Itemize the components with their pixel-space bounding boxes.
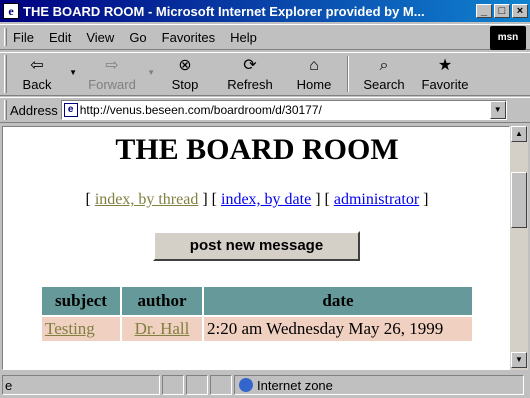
stop-button[interactable]: ⊗ Stop — [163, 53, 207, 95]
close-button[interactable]: × — [512, 4, 528, 18]
msn-logo: msn — [490, 26, 526, 50]
internet-zone-icon — [239, 378, 253, 392]
zone-panel: Internet zone — [234, 375, 524, 395]
author-header: author — [122, 287, 202, 315]
maximize-button[interactable]: □ — [494, 4, 510, 18]
back-button[interactable]: ⇦ Back ▼ — [11, 53, 77, 95]
scroll-down-button[interactable]: ▼ — [511, 352, 527, 368]
home-button[interactable]: ⌂ Home — [291, 53, 337, 95]
address-dropdown-icon[interactable]: ▼ — [489, 101, 506, 119]
page-viewport: THE BOARD ROOM [ index, by thread ] [ in… — [2, 126, 510, 370]
refresh-label: Refresh — [227, 77, 273, 92]
search-icon: ⌕ — [379, 57, 389, 74]
message-table: subject author date Testing Dr. Hall 2:2… — [40, 285, 474, 343]
address-bar: Address e http://venus.beseen.com/boardr… — [0, 97, 530, 123]
stop-icon: ⊗ — [178, 57, 192, 74]
window-title: THE BOARD ROOM - Microsoft Internet Expl… — [23, 3, 425, 19]
window-title-bar: e THE BOARD ROOM - Microsoft Internet Ex… — [0, 0, 530, 22]
author-cell: Dr. Hall — [122, 317, 202, 341]
date-cell: 2:20 am Wednesday May 26, 1999 — [204, 317, 472, 341]
menu-bar-grip[interactable] — [4, 28, 7, 46]
status-bar: e Internet zone — [0, 372, 530, 398]
zone-label: Internet zone — [257, 377, 333, 393]
forward-dropdown-icon[interactable]: ▼ — [147, 68, 155, 77]
post-new-message-button[interactable]: post new message — [153, 231, 360, 261]
menu-file[interactable]: File — [13, 30, 34, 45]
status-panel — [162, 375, 184, 395]
forward-label: Forward — [88, 77, 136, 92]
forward-arrow-icon: ⇨ — [105, 57, 119, 74]
back-dropdown-icon[interactable]: ▼ — [69, 68, 77, 77]
subject-header: subject — [42, 287, 120, 315]
home-label: Home — [296, 77, 332, 92]
status-text-panel: e — [2, 375, 160, 395]
favorites-label: Favorite — [421, 77, 469, 92]
status-panel — [186, 375, 208, 395]
menu-go[interactable]: Go — [129, 30, 146, 45]
board-nav-links: [ index, by thread ] [ index, by date ] … — [85, 191, 429, 208]
index-by-thread-link[interactable]: index, by thread — [95, 191, 199, 208]
forward-button[interactable]: ⇨ Forward ▼ — [83, 53, 155, 95]
address-url[interactable]: http://venus.beseen.com/boardroom/d/3017… — [80, 103, 322, 117]
navigation-toolbar: ⇦ Back ▼ ⇨ Forward ▼ ⊗ Stop ⟳ Refresh ⌂ … — [0, 52, 530, 96]
page-title: THE BOARD ROOM — [115, 133, 399, 166]
scroll-up-button[interactable]: ▲ — [511, 126, 527, 142]
refresh-icon: ⟳ — [243, 57, 257, 74]
menu-bar: File Edit View Go Favorites Help msn — [0, 24, 530, 50]
author-link[interactable]: Dr. Hall — [135, 319, 190, 338]
ie-icon: e — [3, 3, 19, 19]
toolbar-grip[interactable] — [4, 55, 7, 93]
status-panel — [210, 375, 232, 395]
minimize-button[interactable]: _ — [476, 4, 492, 18]
address-label: Address — [10, 102, 58, 118]
favorites-button[interactable]: ★ Favorite — [419, 53, 471, 95]
back-label: Back — [22, 77, 52, 92]
menu-favorites[interactable]: Favorites — [162, 30, 215, 45]
status-page-icon: e — [5, 377, 13, 393]
address-bar-grip[interactable] — [4, 100, 7, 120]
index-by-date-link[interactable]: index, by date — [221, 191, 311, 208]
page-icon: e — [63, 103, 78, 117]
menu-help[interactable]: Help — [230, 30, 257, 45]
menu-edit[interactable]: Edit — [49, 30, 71, 45]
favorites-icon: ★ — [437, 57, 453, 74]
subject-cell: Testing — [42, 317, 120, 341]
search-button[interactable]: ⌕ Search — [359, 53, 409, 95]
home-icon: ⌂ — [309, 57, 319, 74]
back-arrow-icon: ⇦ — [30, 57, 44, 74]
vertical-scrollbar[interactable]: ▲ ▼ — [510, 126, 528, 370]
toolbar-separator — [347, 56, 349, 92]
table-row: Testing Dr. Hall 2:20 am Wednesday May 2… — [42, 317, 472, 341]
date-header: date — [204, 287, 472, 315]
stop-label: Stop — [171, 77, 199, 92]
search-label: Search — [363, 77, 405, 92]
scroll-thumb[interactable] — [511, 172, 527, 228]
menu-view[interactable]: View — [86, 30, 114, 45]
address-input[interactable]: e http://venus.beseen.com/boardroom/d/30… — [60, 100, 507, 120]
administrator-link[interactable]: administrator — [334, 191, 419, 208]
refresh-button[interactable]: ⟳ Refresh — [223, 53, 277, 95]
subject-link[interactable]: Testing — [45, 319, 95, 338]
